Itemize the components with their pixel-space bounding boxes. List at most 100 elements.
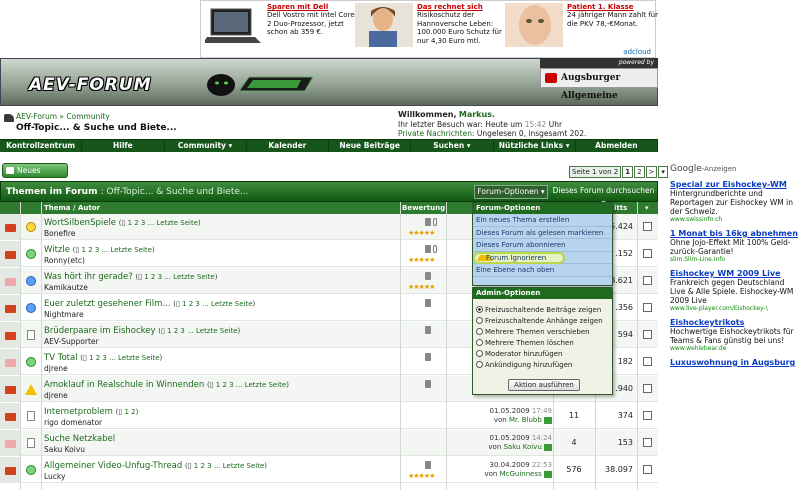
thread-checkbox[interactable] xyxy=(643,222,652,231)
thread-author[interactable]: Kamikautze xyxy=(44,283,88,292)
column-divider xyxy=(446,202,447,490)
thread-author[interactable]: Nightmare xyxy=(44,310,84,319)
reply-count: 4 xyxy=(571,438,577,447)
radio-button[interactable] xyxy=(476,339,483,346)
main-navbar: Kontrollzentrum Hilfe Community ▾ Kalend… xyxy=(0,139,658,152)
thread-title[interactable]: Allgemeiner Video-Unfug-Thread xyxy=(44,461,182,471)
google-ad[interactable]: Eishockeytrikots Hochwertige Eishockeytri… xyxy=(670,318,800,352)
pagination: Seite 1 von 2 1 2 > ▾ xyxy=(568,166,668,178)
ad-url[interactable]: www.wehlebear.de xyxy=(670,345,800,352)
page-1[interactable]: 1 xyxy=(622,166,634,178)
thread-checkbox[interactable] xyxy=(643,276,652,285)
ad-title[interactable]: Eishockey WM 2009 Live xyxy=(670,269,800,278)
thread-author[interactable]: Ronny(etc) xyxy=(44,256,85,265)
ad-url[interactable]: slim.Slim-Line.info xyxy=(670,256,800,263)
nav-hilfe[interactable]: Hilfe xyxy=(82,140,165,152)
nav-kalender[interactable]: Kalender xyxy=(247,140,329,152)
go-to-post-icon[interactable] xyxy=(544,470,552,478)
thread-checkbox[interactable] xyxy=(643,438,652,447)
go-to-post-icon[interactable] xyxy=(544,443,552,451)
user-link[interactable]: Markus. xyxy=(459,110,495,119)
thread-author[interactable]: djrene xyxy=(44,364,68,373)
col-rating[interactable]: Bewertung xyxy=(402,202,445,214)
nav-kontrollzentrum[interactable]: Kontrollzentrum xyxy=(0,140,83,152)
forum-logo[interactable]: AEV-FORUM xyxy=(29,75,152,95)
admin-option-2[interactable]: Mehrere Themen verschieben xyxy=(473,327,612,338)
thread-row[interactable]: Suche Netzkabel Saku Koivu 01.05.2009 14:… xyxy=(0,430,658,456)
admin-option-4[interactable]: Moderator hinzufügen xyxy=(473,349,612,360)
thread-checkbox[interactable] xyxy=(643,303,652,312)
menu-new-thread[interactable]: Ein neues Thema erstellen xyxy=(473,214,612,227)
page-menu[interactable]: ▾ xyxy=(658,166,668,178)
col-topic[interactable]: Thema / Autor xyxy=(44,202,100,214)
thread-title[interactable]: Brüderpaare im Eishockey xyxy=(44,326,156,336)
thread-title[interactable]: Euer zuletzt gesehener Film... xyxy=(44,299,171,309)
ad-title[interactable]: Eishockeytrikots xyxy=(670,318,800,327)
menu-subscribe[interactable]: Dieses Forum abonnieren xyxy=(473,239,612,252)
google-ad[interactable]: Eishockey WM 2009 Live Frankreich gegen D… xyxy=(670,269,800,312)
radio-button[interactable] xyxy=(476,361,483,368)
thread-checkbox[interactable] xyxy=(643,330,652,339)
nav-abmelden[interactable]: Abmelden xyxy=(576,140,658,152)
new-thread-button[interactable]: Neues Thema xyxy=(2,163,68,188)
col-views[interactable]: itts xyxy=(614,202,627,214)
forum-home-icon[interactable] xyxy=(4,114,14,122)
thread-checkbox[interactable] xyxy=(643,411,652,420)
thread-author[interactable]: AEV-Supporter xyxy=(44,337,99,346)
google-ad[interactable]: 1 Monat bis 16kg abnehmen Ohne Jojo-Effek… xyxy=(670,229,800,263)
admin-option-1[interactable]: Freizuschaltende Anhänge zeigen xyxy=(473,316,612,327)
breadcrumb-path[interactable]: AEV-Forum » Community xyxy=(16,112,110,121)
radio-button[interactable] xyxy=(476,317,483,324)
nav-neue-beitraege[interactable]: Neue Beiträge xyxy=(329,140,412,152)
thread-checkbox[interactable] xyxy=(643,384,652,393)
google-ad[interactable]: Luxuswohnung in Augsburg xyxy=(670,358,800,367)
ad-url[interactable]: www.live-player.com/Eishockey-\ xyxy=(670,305,800,312)
thread-title[interactable]: TV Total xyxy=(44,353,78,363)
thread-author[interactable]: Lucky xyxy=(44,472,65,481)
radio-button[interactable] xyxy=(476,306,483,313)
execute-action-button[interactable]: Aktion ausführen xyxy=(508,379,580,391)
admin-option-5[interactable]: Ankündigung hinzufügen xyxy=(473,360,612,371)
radio-button[interactable] xyxy=(476,350,483,357)
augsburger-allgemeine-logo[interactable]: Augsburger Allgemeine xyxy=(540,68,658,101)
ad-url[interactable]: www.swissinfo.ch xyxy=(670,216,800,223)
forum-options-button[interactable]: Forum-Optionen ▾ xyxy=(474,185,548,199)
private-messages-link[interactable]: Private Nachrichten: xyxy=(398,129,475,138)
admin-option-3[interactable]: Mehrere Themen löschen xyxy=(473,338,612,349)
thread-title[interactable]: Suche Netzkabel xyxy=(44,434,115,444)
thread-author[interactable]: djrene xyxy=(44,391,68,400)
thread-title[interactable]: WortSilbenSpiele xyxy=(44,218,116,228)
thread-author[interactable]: Bonefire xyxy=(44,229,75,238)
thread-title[interactable]: Internetproblem xyxy=(44,407,113,417)
admin-option-0[interactable]: Freizuschaltende Beiträge zeigen xyxy=(473,305,612,316)
page-title: Off-Topic... & Suche und Biete... xyxy=(16,123,177,133)
thread-checkbox[interactable] xyxy=(643,357,652,366)
nav-community[interactable]: Community ▾ xyxy=(165,140,247,152)
menu-level-up[interactable]: Eine Ebene nach oben xyxy=(473,264,612,277)
thread-title[interactable]: Amoklauf in Realschule in Winnenden xyxy=(44,380,204,390)
menu-ignore-forum[interactable]: Forum Ignorieren xyxy=(473,251,612,264)
thread-row[interactable]: Allgemeiner Video-Unfug-Thread (▯ 1 2 3 … xyxy=(0,457,658,483)
ad-title[interactable]: 1 Monat bis 16kg abnehmen xyxy=(670,229,800,238)
google-ad[interactable]: Special zur Eishockey-WM Hintergrundberic… xyxy=(670,180,800,223)
thread-title[interactable]: Was hört ihr gerade? xyxy=(44,272,133,282)
nav-suchen[interactable]: Suchen ▾ xyxy=(411,140,494,152)
thread-author[interactable]: rigo domenator xyxy=(44,418,102,427)
top-ad-banner[interactable]: Sparen mit Dell Dell Vostro mit Intel Cor… xyxy=(200,0,658,58)
thread-checkbox[interactable] xyxy=(643,465,652,474)
adcloud-link[interactable]: adcloud xyxy=(623,48,651,56)
thread-author[interactable]: Saku Koivu xyxy=(44,445,85,454)
page-2[interactable]: 2 xyxy=(634,166,645,178)
forum-search-button[interactable]: Dieses Forum durchsuchen ▾ xyxy=(550,185,657,207)
thread-row[interactable]: Internetproblem (▯ 1 2) rigo domenator 01.… xyxy=(0,403,658,429)
menu-mark-read[interactable]: Dieses Forum als gelesen markieren xyxy=(473,227,612,239)
nav-nuetzliche-links[interactable]: Nützliche Links ▾ xyxy=(494,140,576,152)
thread-title[interactable]: Witzle xyxy=(44,245,70,255)
page-next[interactable]: > xyxy=(645,166,658,178)
ad-title[interactable]: Special zur Eishockey-WM xyxy=(670,180,800,189)
thread-checkbox[interactable] xyxy=(643,249,652,258)
radio-button[interactable] xyxy=(476,328,483,335)
ad-title[interactable]: Luxuswohnung in Augsburg xyxy=(670,358,800,367)
document-icon xyxy=(27,330,35,340)
go-to-post-icon[interactable] xyxy=(544,416,552,424)
